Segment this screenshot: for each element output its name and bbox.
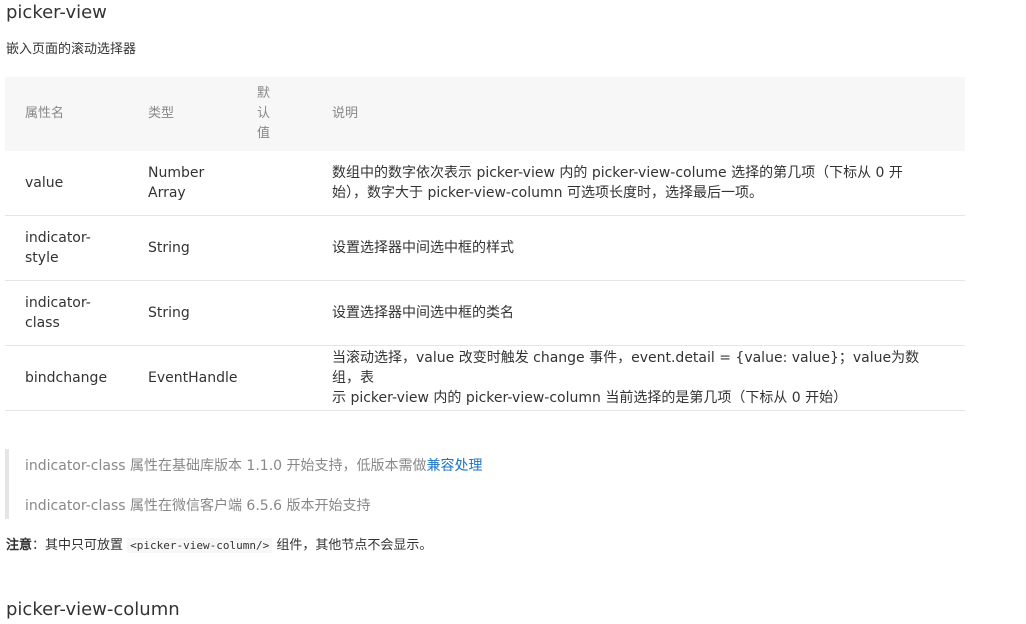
attr-type-cell: Number Array (128, 151, 257, 216)
header-default-char-1: 默 (257, 86, 271, 101)
attr-desc-cell: 设置选择器中间选中框的样式 (312, 215, 965, 281)
attr-name-cell: bindchange (5, 345, 128, 411)
attributes-table: 属性名 类型 默 认 值 说明 value Number Array 数组中的数… (5, 77, 965, 411)
intro-text: 嵌入页面的滚动选择器 (6, 42, 137, 57)
attr-name-cell: value (5, 151, 128, 216)
tip-version-support: indicator-class 属性在基础库版本 1.1.0 开始支持，低版本需… (25, 456, 483, 476)
attr-name-cell: indicator- style (5, 215, 128, 281)
warning-rest: 组件，其他节点不会显示。 (272, 538, 433, 553)
attr-type-cell: String (128, 280, 257, 346)
type-line: Array (148, 185, 186, 201)
desc-line: 数组中的数字依次表示 picker-view 内的 picker-view-co… (332, 165, 903, 181)
name-line: indicator- (25, 230, 91, 246)
desc-line: 当滚动选择，value 改变时触发 change 事件，event.detail… (332, 350, 920, 386)
attr-type-cell: EventHandle (128, 345, 257, 411)
desc-line: 始），数字大于 picker-view-column 可选项长度时，选择最后一项… (332, 185, 763, 201)
header-default: 默 认 值 (257, 77, 312, 151)
header-name: 属性名 (25, 106, 65, 121)
warning-note: 注意：其中只可放置 <picker-view-column/> 组件，其他节点不… (6, 536, 432, 556)
compatibility-link[interactable]: 兼容处理 (427, 458, 483, 474)
header-default-char-2: 认 (257, 106, 271, 121)
header-type: 类型 (148, 106, 175, 121)
name-line: indicator- (25, 295, 91, 311)
header-desc: 说明 (332, 106, 359, 121)
tip-text: indicator-class 属性在基础库版本 1.1.0 开始支持，低版本需… (25, 458, 427, 474)
attr-desc-cell: 当滚动选择，value 改变时触发 change 事件，event.detail… (312, 345, 965, 411)
header-default-char-3: 值 (257, 126, 271, 141)
attr-name-cell: indicator- class (5, 280, 128, 346)
table-header-row: 属性名 类型 默 认 值 说明 (5, 77, 965, 151)
table-row: indicator- style String 设置选择器中间选中框的样式 (5, 215, 965, 281)
attr-desc-cell: 数组中的数字依次表示 picker-view 内的 picker-view-co… (312, 151, 965, 216)
attr-type-cell: String (128, 215, 257, 281)
type-line: Number (148, 165, 205, 181)
attr-default-cell (257, 345, 312, 411)
table-row: indicator- class String 设置选择器中间选中框的类名 (5, 280, 965, 346)
attr-default-cell (257, 215, 312, 281)
tip-client-support: indicator-class 属性在微信客户端 6.5.6 版本开始支持 (25, 498, 371, 514)
name-line: style (25, 250, 59, 266)
attr-default-cell (257, 280, 312, 346)
name-line: class (25, 315, 60, 331)
warning-label: 注意 (6, 538, 33, 553)
doc-page: picker-view 嵌入页面的滚动选择器 属性名 类型 默 认 值 说明 v… (0, 0, 1026, 624)
warning-text: ：其中只可放置 (32, 538, 128, 553)
section-title-picker-view-column: picker-view-column (6, 599, 180, 620)
attr-default-cell (257, 151, 312, 216)
tips-blockquote: indicator-class 属性在基础库版本 1.1.0 开始支持，低版本需… (5, 449, 965, 519)
table-row: value Number Array 数组中的数字依次表示 picker-vie… (5, 151, 965, 216)
section-title-picker-view: picker-view (6, 2, 107, 23)
attr-desc-cell: 设置选择器中间选中框的类名 (312, 280, 965, 346)
table-row: bindchange EventHandle 当滚动选择，value 改变时触发… (5, 345, 965, 411)
desc-line: 示 picker-view 内的 picker-view-column 当前选择… (332, 390, 848, 406)
inline-code: <picker-view-column/> (127, 538, 273, 553)
